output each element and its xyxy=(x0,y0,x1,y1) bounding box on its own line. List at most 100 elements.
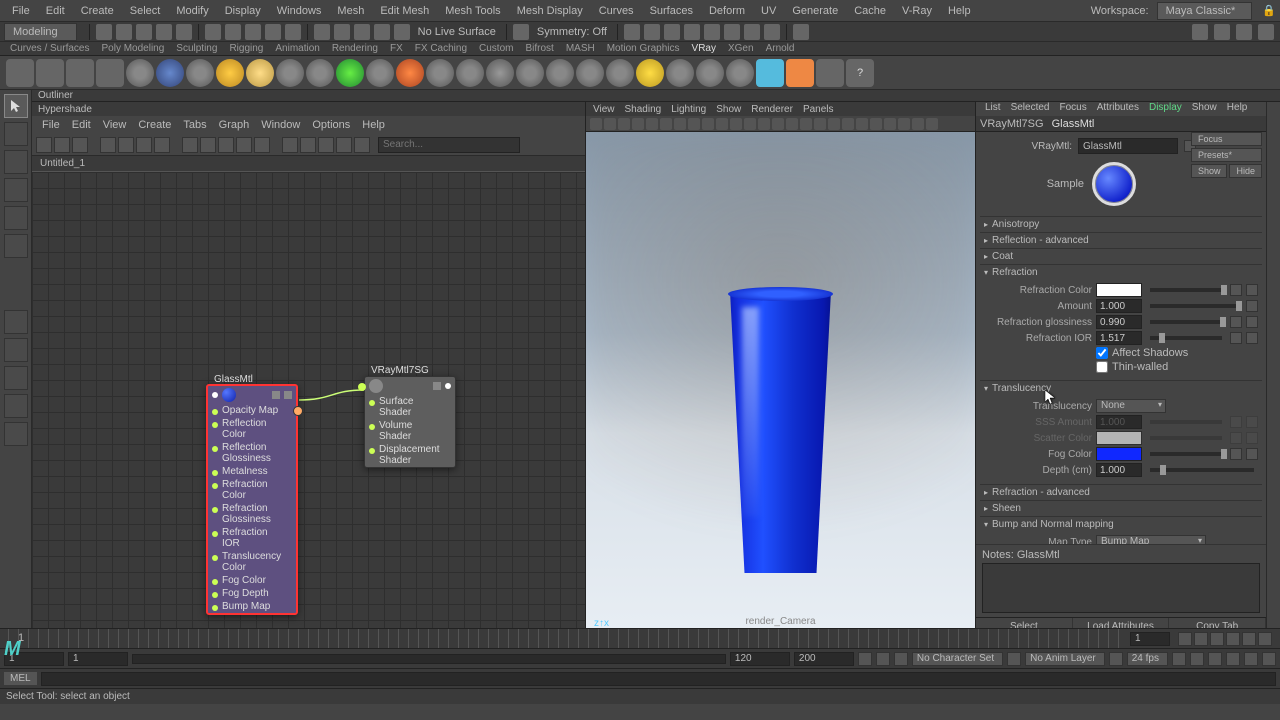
shelf-tab-xgen[interactable]: XGen xyxy=(722,43,760,54)
shelf-tab-animation[interactable]: Animation xyxy=(269,43,325,54)
attr-menu-show[interactable]: Show xyxy=(1187,102,1222,116)
ig-icon[interactable] xyxy=(624,24,640,40)
render-icon[interactable] xyxy=(684,24,700,40)
vp-tb-btn[interactable] xyxy=(590,118,602,130)
hs-menu-file[interactable]: File xyxy=(36,119,66,131)
hs-menu-help[interactable]: Help xyxy=(356,119,391,131)
node-attr[interactable]: Opacity Map xyxy=(208,404,296,417)
depth-slider[interactable] xyxy=(1150,468,1254,472)
shelf-tab-fx[interactable]: FX xyxy=(384,43,409,54)
scale-tool[interactable] xyxy=(4,234,28,258)
hs-tb-btn[interactable] xyxy=(54,137,70,153)
open-scene-icon[interactable] xyxy=(116,24,132,40)
map-button[interactable] xyxy=(1246,300,1258,312)
hs-tb-btn[interactable] xyxy=(218,137,234,153)
shelf-btn[interactable] xyxy=(366,59,394,87)
prefs-icon[interactable] xyxy=(1262,652,1276,666)
node-attr[interactable]: Refraction Color xyxy=(208,478,296,502)
shelf-btn[interactable] xyxy=(186,59,214,87)
vp-tb-btn[interactable] xyxy=(618,118,630,130)
menu-create[interactable]: Create xyxy=(73,5,122,17)
cmd-input[interactable] xyxy=(41,672,1276,686)
shelf-btn[interactable] xyxy=(216,59,244,87)
shelf-btn[interactable] xyxy=(516,59,544,87)
vp-tb-btn[interactable] xyxy=(912,118,924,130)
shelf-btn[interactable] xyxy=(426,59,454,87)
vp-tb-btn[interactable] xyxy=(632,118,644,130)
vp-tb-btn[interactable] xyxy=(688,118,700,130)
refraction-color-swatch[interactable] xyxy=(1096,283,1142,297)
section-bump[interactable]: Bump and Normal mapping xyxy=(980,517,1262,532)
vp-menu-view[interactable]: View xyxy=(588,104,620,115)
refraction-color-slider[interactable] xyxy=(1150,288,1222,292)
node-attr[interactable]: Displacement Shader xyxy=(365,443,455,467)
shelf-tab-curves[interactable]: Curves / Surfaces xyxy=(4,43,95,54)
lasso-tool[interactable] xyxy=(4,122,28,146)
shelf-btn[interactable] xyxy=(576,59,604,87)
hs-menu-view[interactable]: View xyxy=(97,119,133,131)
hs-tb-btn[interactable] xyxy=(100,137,116,153)
section-sheen[interactable]: Sheen xyxy=(980,501,1262,516)
menu-meshtools[interactable]: Mesh Tools xyxy=(437,5,508,17)
hs-search-input[interactable] xyxy=(378,137,520,153)
shelf-btn[interactable] xyxy=(756,59,784,87)
lasso-icon[interactable] xyxy=(225,24,241,40)
redo-icon[interactable] xyxy=(176,24,192,40)
node-attr[interactable]: Fog Color xyxy=(208,574,296,587)
hs-tb-btn[interactable] xyxy=(182,137,198,153)
range-btn[interactable] xyxy=(876,652,890,666)
range-btn[interactable] xyxy=(1244,652,1258,666)
shelf-btn[interactable] xyxy=(66,59,94,87)
hs-search-icon[interactable] xyxy=(354,137,370,153)
hs-menu-options[interactable]: Options xyxy=(306,119,356,131)
vp-tb-btn[interactable] xyxy=(870,118,882,130)
hs-tb-btn[interactable] xyxy=(336,137,352,153)
shelf-btn[interactable] xyxy=(606,59,634,87)
shelf-btn[interactable] xyxy=(246,59,274,87)
map-button[interactable] xyxy=(1246,284,1258,296)
menu-vray[interactable]: V-Ray xyxy=(894,5,940,17)
vp-tb-btn[interactable] xyxy=(926,118,938,130)
shelf-tab-mograph[interactable]: Motion Graphics xyxy=(601,43,686,54)
node-attr[interactable]: Refraction IOR xyxy=(208,526,296,550)
move-tool[interactable] xyxy=(4,178,28,202)
range-slider[interactable] xyxy=(132,654,726,664)
shelf-tab-custom[interactable]: Custom xyxy=(473,43,519,54)
snap-toggle-icon[interactable] xyxy=(374,24,390,40)
vp-tb-btn[interactable] xyxy=(856,118,868,130)
hs-menu-create[interactable]: Create xyxy=(132,119,177,131)
shelf-tab-mash[interactable]: MASH xyxy=(560,43,601,54)
range-btn[interactable] xyxy=(1190,652,1204,666)
vp-menu-panels[interactable]: Panels xyxy=(798,104,839,115)
range-btn[interactable] xyxy=(858,652,872,666)
node-attr[interactable]: Bump Map xyxy=(208,600,296,613)
map-button[interactable] xyxy=(1230,332,1242,344)
cmd-mode-label[interactable]: MEL xyxy=(4,672,37,685)
hs-tb-btn[interactable] xyxy=(318,137,334,153)
vp-tb-btn[interactable] xyxy=(828,118,840,130)
focus-button[interactable]: Focus xyxy=(1191,132,1262,146)
menu-uv[interactable]: UV xyxy=(753,5,784,17)
vp-tb-btn[interactable] xyxy=(800,118,812,130)
viewport-3d[interactable]: z↑x render_Camera xyxy=(586,132,975,635)
presets-button[interactable]: Presets* xyxy=(1191,148,1262,162)
node-attr[interactable]: Fog Depth xyxy=(208,587,296,600)
step-forward-icon[interactable] xyxy=(1242,632,1256,646)
range-btn[interactable] xyxy=(1007,652,1021,666)
section-refraction[interactable]: Refraction xyxy=(980,265,1262,280)
hs-tb-btn[interactable] xyxy=(118,137,134,153)
shelf-btn[interactable] xyxy=(696,59,724,87)
symmetry-label[interactable]: Symmetry: Off xyxy=(531,26,613,38)
shelf-tab-rendering[interactable]: Rendering xyxy=(326,43,384,54)
layout-two-v[interactable] xyxy=(4,366,28,390)
show-button[interactable]: Show xyxy=(1191,164,1228,178)
section-reflection-adv[interactable]: Reflection - advanced xyxy=(980,233,1262,248)
hs-tb-btn[interactable] xyxy=(254,137,270,153)
vp-tb-btn[interactable] xyxy=(674,118,686,130)
input-port[interactable] xyxy=(358,383,366,391)
symmetry-icon[interactable] xyxy=(513,24,529,40)
range-btn[interactable] xyxy=(1109,652,1123,666)
attr-menu-help[interactable]: Help xyxy=(1222,102,1253,116)
shelf-btn[interactable] xyxy=(546,59,574,87)
shelf-btn[interactable] xyxy=(816,59,844,87)
